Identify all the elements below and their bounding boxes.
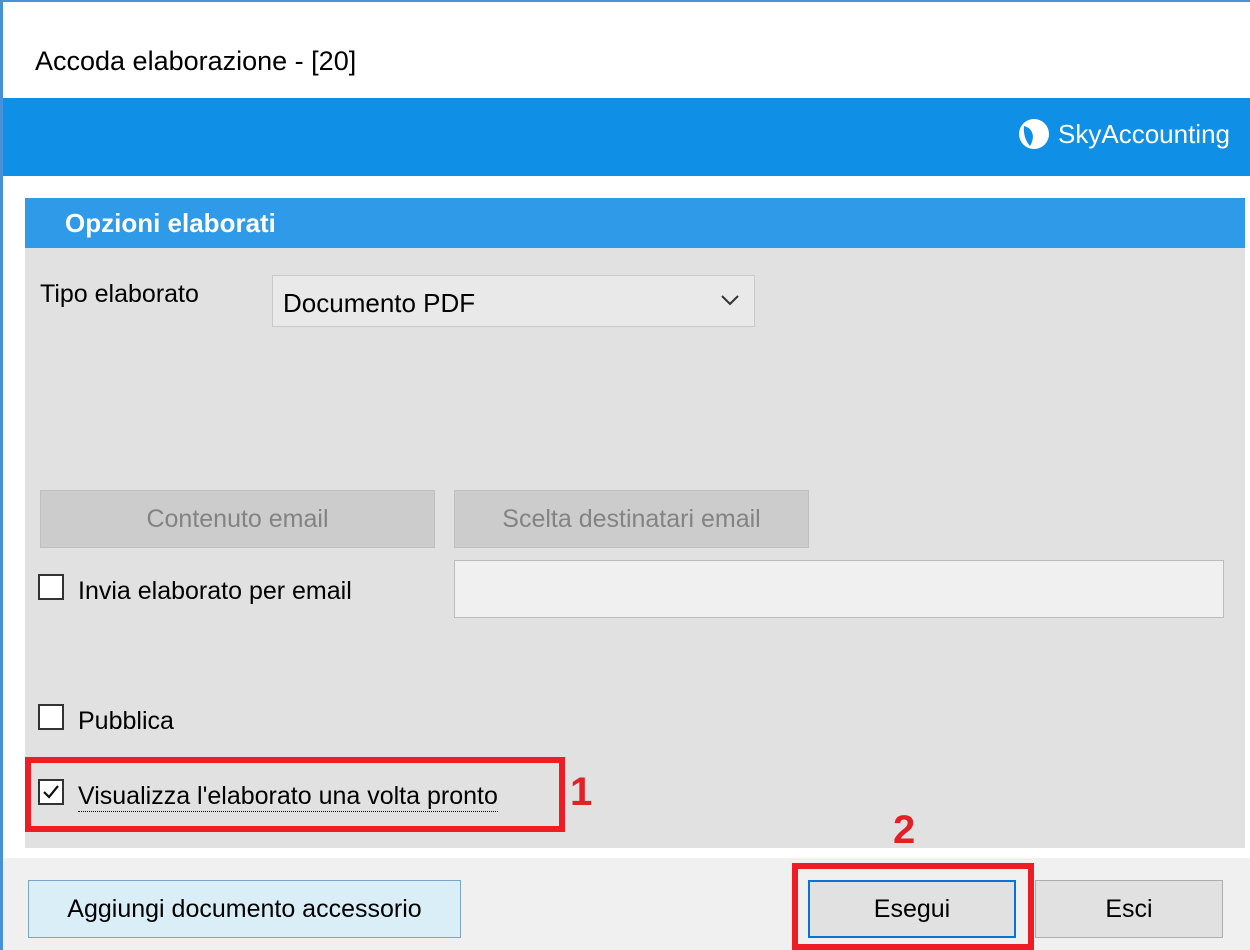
brand-bar: SkyAccounting — [3, 98, 1250, 176]
sky-logo-icon — [1018, 118, 1050, 150]
contenuto-email-button[interactable]: Contenuto email — [40, 490, 435, 548]
pubblica-checkbox[interactable] — [38, 704, 64, 730]
annotation-2: 2 — [893, 808, 916, 852]
aggiungi-documento-button[interactable]: Aggiungi documento accessorio — [28, 880, 461, 938]
highlight-box-1 — [25, 757, 565, 832]
dialog-window: Accoda elaborazione - [20] SkyAccounting… — [0, 0, 1250, 950]
highlight-box-2 — [792, 863, 1034, 950]
brand-name: SkyAccounting — [1058, 118, 1230, 149]
brand: SkyAccounting — [1018, 118, 1230, 150]
esci-button[interactable]: Esci — [1035, 880, 1223, 938]
tipo-elaborato-select[interactable]: Documento PDF — [272, 275, 755, 327]
scelta-destinatari-button[interactable]: Scelta destinatari email — [454, 490, 809, 548]
tipo-elaborato-value: Documento PDF — [283, 288, 476, 318]
section-header: Opzioni elaborati — [25, 198, 1245, 248]
email-recipients-field[interactable] — [454, 560, 1224, 618]
section-title: Opzioni elaborati — [65, 208, 276, 238]
window-title: Accoda elaborazione - [20] — [35, 46, 357, 76]
chevron-down-icon[interactable] — [718, 288, 742, 312]
pubblica-label[interactable]: Pubblica — [78, 707, 174, 736]
title-bar: Accoda elaborazione - [20] — [3, 2, 1250, 98]
tipo-elaborato-label: Tipo elaborato — [40, 280, 199, 308]
annotation-1: 1 — [570, 770, 593, 814]
invia-email-checkbox[interactable] — [38, 574, 64, 600]
invia-email-label[interactable]: Invia elaborato per email — [78, 577, 352, 606]
